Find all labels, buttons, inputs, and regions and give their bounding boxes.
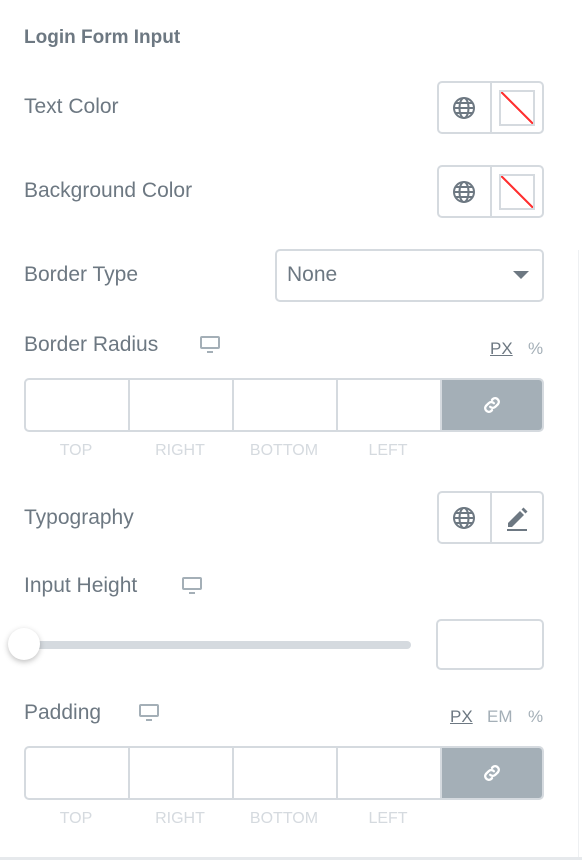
side-label-right: RIGHT: [155, 442, 205, 459]
color-picker-button[interactable]: [489, 167, 543, 216]
side-label-top: TOP: [59, 442, 93, 459]
unit-px[interactable]: PX: [450, 707, 473, 727]
background-color-control: [437, 165, 544, 218]
border-type-label: Border Type: [24, 263, 139, 286]
border-type-select[interactable]: None: [275, 249, 544, 302]
side-label-bottom: BOTTOM: [249, 442, 319, 459]
input-height-number-input[interactable]: [436, 619, 544, 670]
padding-right-input[interactable]: [130, 748, 234, 798]
caret-down-icon: [513, 271, 529, 279]
border-type-value: None: [287, 263, 338, 286]
link-icon: [484, 765, 500, 781]
unit-em[interactable]: EM: [487, 707, 513, 727]
radius-left-input[interactable]: [338, 380, 442, 430]
side-label-right: RIGHT: [155, 810, 205, 827]
section-title: Login Form Input: [24, 27, 181, 48]
padding-left-input[interactable]: [338, 748, 442, 798]
side-label-top: TOP: [59, 810, 93, 827]
link-values-button[interactable]: [442, 380, 542, 430]
link-icon: [484, 397, 500, 413]
globe-icon: [453, 96, 476, 119]
panel-edge-divider: [578, 250, 579, 860]
global-colors-button[interactable]: [439, 83, 490, 132]
unit-percent[interactable]: %: [528, 339, 543, 359]
radius-right-input[interactable]: [130, 380, 234, 430]
border-radius-label: Border Radius: [24, 333, 159, 356]
color-picker-button[interactable]: [489, 83, 543, 132]
empty-color-swatch: [498, 173, 535, 210]
global-typography-button[interactable]: [439, 493, 490, 542]
globe-icon: [453, 180, 476, 203]
text-color-label: Text Color: [24, 95, 119, 118]
link-values-button[interactable]: [442, 748, 542, 798]
global-colors-button[interactable]: [439, 167, 490, 216]
padding-side-labels: TOP RIGHT BOTTOM LEFT: [24, 810, 440, 828]
unit-percent[interactable]: %: [528, 707, 543, 727]
edit-typography-button[interactable]: [489, 493, 543, 542]
border-radius-side-labels: TOP RIGHT BOTTOM LEFT: [24, 442, 440, 460]
text-color-control: [437, 81, 544, 134]
padding-top-input[interactable]: [26, 748, 130, 798]
padding-dimensions: [24, 746, 544, 800]
input-height-label: Input Height: [24, 574, 138, 597]
desktop-icon[interactable]: [199, 335, 221, 355]
side-label-bottom: BOTTOM: [249, 810, 319, 827]
padding-label: Padding: [24, 701, 102, 724]
desktop-icon[interactable]: [138, 703, 160, 723]
globe-icon: [453, 506, 476, 529]
radius-bottom-input[interactable]: [234, 380, 338, 430]
input-height-slider-track[interactable]: [24, 641, 411, 649]
padding-bottom-input[interactable]: [234, 748, 338, 798]
radius-top-input[interactable]: [26, 380, 130, 430]
unit-px[interactable]: PX: [490, 339, 513, 359]
background-color-label: Background Color: [24, 179, 193, 202]
pencil-icon: [506, 507, 528, 531]
border-radius-dimensions: [24, 378, 544, 432]
empty-color-swatch: [498, 89, 535, 126]
input-height-slider-thumb[interactable]: [8, 628, 40, 660]
side-label-left: LEFT: [368, 810, 408, 827]
typography-control: [437, 491, 544, 544]
side-label-left: LEFT: [368, 442, 408, 459]
desktop-icon[interactable]: [181, 576, 203, 596]
typography-label: Typography: [24, 506, 134, 529]
